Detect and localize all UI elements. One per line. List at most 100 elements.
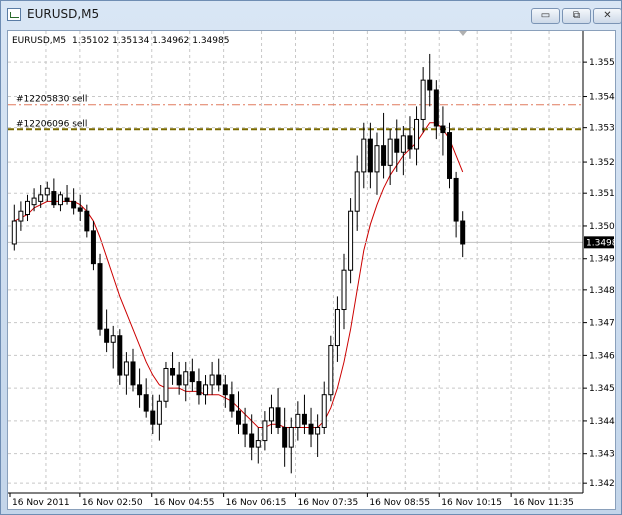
candle-body — [229, 394, 235, 412]
chart-symbol-label: EURUSD,M5 — [12, 36, 66, 46]
candle-body — [381, 145, 387, 166]
candle-body — [354, 171, 360, 212]
candle-body — [407, 135, 413, 150]
candle-body — [51, 191, 57, 206]
candle-body — [137, 384, 143, 396]
candle-body — [308, 423, 314, 435]
price-tick-label: 1.34640 — [589, 351, 615, 361]
price-chart[interactable]: #12205830 sell #12206096 sell 1.35535 1.35… — [8, 31, 622, 509]
price-tick-label: 1.34540 — [589, 384, 615, 394]
price-tick-label: 1.35135 — [589, 189, 615, 199]
candle-body — [31, 197, 37, 206]
candle-body — [18, 210, 24, 222]
candle-body — [183, 371, 189, 386]
candle-body — [57, 194, 63, 206]
time-tick-label: 16 Nov 2011 — [12, 498, 70, 508]
candle-body — [189, 371, 195, 383]
candle-body — [433, 89, 439, 127]
candle-body — [216, 374, 222, 386]
candle-body — [209, 374, 215, 386]
candle-body — [334, 309, 340, 347]
candle-body — [242, 423, 248, 435]
time-tick-label: 16 Nov 08:55 — [369, 498, 430, 508]
chart-window: EURUSD,M5 ▭ ⧉ ✕ #12205830 sell #12206096 … — [0, 0, 622, 515]
candle-body — [400, 135, 406, 153]
candle-body — [440, 125, 446, 134]
candle-body — [341, 269, 347, 311]
candle-body — [367, 138, 373, 173]
candle-body — [236, 410, 241, 425]
price-tick-label: 1.34935 — [589, 255, 615, 265]
candle-body — [275, 407, 281, 428]
candle-body — [387, 138, 393, 166]
chart-ohlc-values: 1.35102 1.35134 1.34962 1.34985 — [72, 36, 229, 46]
order-level-label: #12206096 sell — [16, 119, 87, 129]
price-tick-label: 1.34740 — [589, 319, 615, 329]
candle-body — [295, 413, 301, 428]
candle-body — [150, 410, 156, 425]
candle-body — [44, 187, 50, 196]
candle-body — [394, 138, 400, 153]
candle-body — [104, 328, 110, 343]
candle-body — [64, 197, 70, 202]
candle-body — [268, 407, 274, 422]
candle-body — [110, 335, 116, 343]
candle-body — [176, 374, 182, 386]
close-button[interactable]: ✕ — [593, 8, 622, 24]
minimize-button[interactable]: ▭ — [531, 8, 560, 24]
chart-area[interactable]: #12205830 sell #12206096 sell 1.35535 1.35… — [7, 30, 622, 510]
candle-body — [427, 79, 433, 91]
title-bar[interactable]: EURUSD,M5 ▭ ⧉ ✕ — [1, 1, 622, 29]
candle-body — [288, 426, 294, 448]
price-tick-label: 1.34840 — [589, 286, 615, 296]
candle-body — [123, 361, 129, 376]
candle-body — [203, 384, 209, 396]
price-tick-label: 1.35535 — [589, 58, 615, 68]
order-level-label: #12205830 sell — [16, 95, 87, 105]
candle-body — [156, 400, 162, 425]
candle-body — [328, 345, 334, 396]
candle-body — [196, 381, 202, 396]
price-tick-label: 1.34440 — [589, 417, 615, 427]
candle-body — [348, 210, 354, 271]
candle-body — [282, 426, 288, 448]
candle-body — [453, 177, 459, 222]
candle-body — [361, 138, 367, 173]
candle-body — [255, 440, 261, 448]
candle-body — [90, 230, 96, 265]
candle-body — [38, 194, 44, 202]
candle-body — [420, 79, 426, 120]
time-tick-label: 16 Nov 04:55 — [154, 498, 215, 508]
price-tick-label: 1.35230 — [589, 158, 615, 168]
price-tick-label: 1.35035 — [589, 222, 615, 232]
candle-body — [374, 145, 380, 173]
price-tick-label: 1.35430 — [589, 93, 615, 103]
candle-body — [71, 200, 77, 209]
maximize-button[interactable]: ⧉ — [562, 8, 591, 24]
candle-body — [460, 220, 466, 245]
candle-body — [143, 394, 149, 412]
time-tick-label: 16 Nov 07:35 — [298, 498, 359, 508]
time-tick-label: 16 Nov 10:15 — [441, 498, 502, 508]
candle-body — [249, 433, 255, 448]
candle-body — [170, 367, 176, 376]
price-tick-label: 1.34250 — [589, 479, 615, 489]
candle-body — [447, 132, 453, 179]
time-tick-label: 16 Nov 02:50 — [82, 498, 143, 508]
time-tick-label: 16 Nov 06:15 — [226, 498, 287, 508]
candle-body — [130, 361, 136, 386]
candle-body — [262, 420, 268, 442]
candle-body — [11, 220, 17, 245]
candle-body — [315, 426, 321, 435]
candle-body — [117, 335, 123, 376]
candle-body — [24, 200, 30, 215]
price-tick-label: 1.35335 — [589, 124, 615, 134]
candle-body — [163, 367, 169, 402]
candle-body — [84, 210, 90, 232]
candle-body — [222, 384, 228, 396]
candle-body — [97, 263, 103, 330]
time-tick-label: 16 Nov 11:35 — [513, 498, 574, 508]
chart-window-icon — [7, 8, 21, 21]
window-title: EURUSD,M5 — [27, 7, 100, 21]
candle-body — [301, 413, 307, 425]
